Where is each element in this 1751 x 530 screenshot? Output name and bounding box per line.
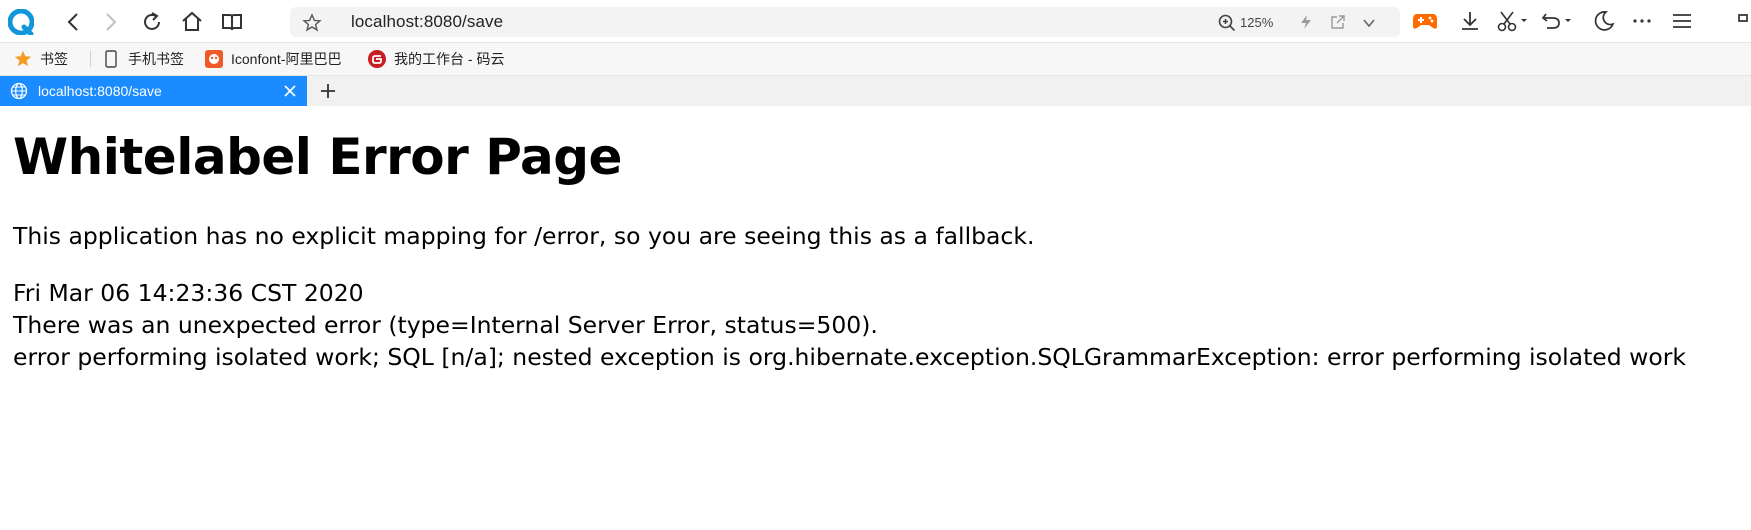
address-text[interactable]: localhost:8080/save [351, 12, 503, 32]
error-details: error performing isolated work; SQL [n/a… [13, 343, 1687, 371]
zoom-icon[interactable] [1218, 14, 1236, 32]
gitee-icon [368, 50, 386, 68]
fallback-message: This application has no explicit mapping… [13, 222, 1035, 250]
undo-icon[interactable] [1540, 9, 1574, 33]
download-icon[interactable] [1458, 9, 1482, 33]
back-icon[interactable] [62, 10, 86, 34]
zoom-level[interactable]: 125% [1240, 15, 1273, 30]
bookmarks-bar: 书签 手机书签 Iconfont-阿里巴巴 我的工作台 - 码云 [0, 42, 1751, 76]
close-icon[interactable] [282, 83, 298, 99]
globe-icon [10, 82, 28, 100]
scissors-icon[interactable] [1496, 9, 1530, 33]
extension-icon[interactable] [1735, 9, 1751, 33]
reload-icon[interactable] [140, 10, 164, 34]
more-icon[interactable] [1630, 9, 1654, 33]
reader-icon[interactable] [220, 10, 244, 34]
game-icon[interactable] [1412, 10, 1438, 32]
bookmark-label: 手机书签 [128, 51, 184, 67]
divider [90, 51, 91, 67]
menu-icon[interactable] [1670, 9, 1694, 33]
moon-icon[interactable] [1592, 9, 1616, 33]
bolt-icon[interactable] [1298, 14, 1314, 30]
error-status: There was an unexpected error (type=Inte… [13, 311, 878, 339]
bookmark-iconfont[interactable]: Iconfont-阿里巴巴 [205, 43, 341, 75]
star-icon[interactable] [302, 13, 322, 33]
tab-active[interactable]: localhost:8080/save [0, 76, 307, 106]
forward-icon[interactable] [98, 10, 122, 34]
bookmark-label: Iconfont-阿里巴巴 [231, 51, 342, 67]
home-icon[interactable] [180, 10, 204, 34]
iconfont-icon [205, 50, 223, 68]
share-icon[interactable] [1330, 14, 1346, 30]
plus-icon [321, 84, 335, 98]
bookmark-label: 我的工作台 - 码云 [394, 51, 505, 67]
address-bar[interactable]: localhost:8080/save 125% [290, 7, 1400, 37]
star-icon [14, 50, 32, 68]
bookmark-label: 书签 [40, 51, 68, 67]
new-tab-button[interactable] [318, 81, 338, 101]
browser-toolbar: localhost:8080/save 125% [0, 0, 1751, 42]
page-title: Whitelabel Error Page [13, 128, 622, 186]
browser-logo-icon[interactable] [8, 9, 34, 35]
bookmark-mobile[interactable]: 手机书签 [102, 43, 184, 75]
phone-icon [102, 50, 120, 68]
tab-strip: localhost:8080/save [0, 76, 1751, 106]
bookmark-gitee[interactable]: 我的工作台 - 码云 [368, 43, 504, 75]
chevron-down-icon[interactable] [1362, 16, 1376, 30]
tab-title: localhost:8080/save [38, 83, 162, 99]
error-timestamp: Fri Mar 06 14:23:36 CST 2020 [13, 279, 364, 307]
bookmark-folder[interactable]: 书签 [14, 43, 68, 75]
